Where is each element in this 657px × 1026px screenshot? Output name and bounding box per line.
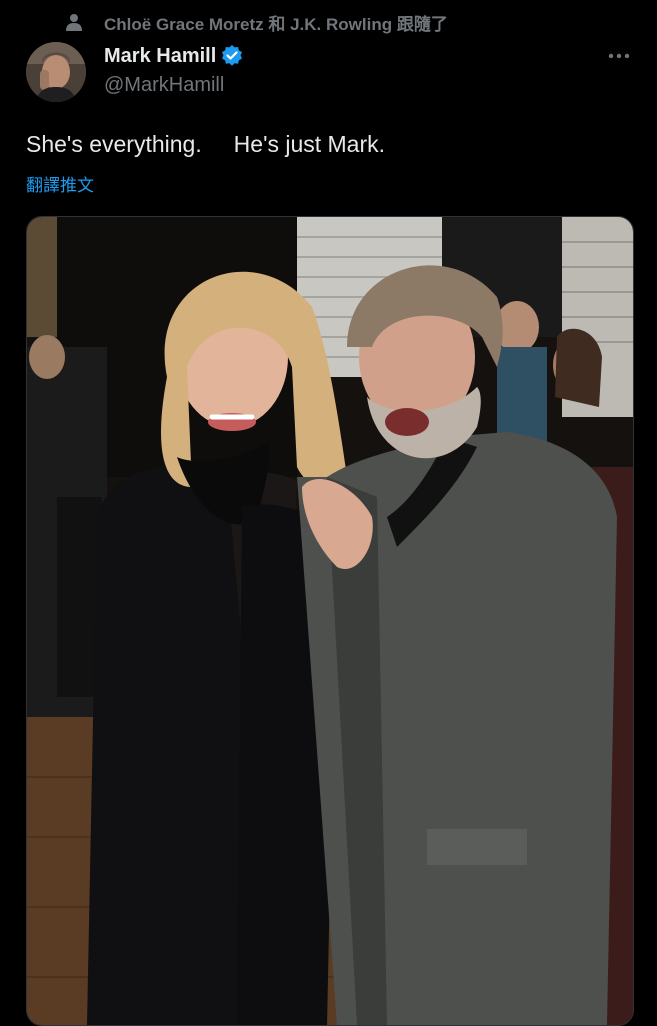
avatar[interactable] [26, 42, 86, 102]
tweet-photo[interactable] [26, 216, 634, 1026]
photo-image [27, 217, 633, 1025]
author-block: Mark Hamill @MarkHamill [104, 42, 246, 97]
translate-tweet-link[interactable]: 翻譯推文 [26, 171, 94, 196]
social-context[interactable]: Chloë Grace Moretz 和 J.K. Rowling 跟隨了 [64, 10, 448, 34]
avatar-image [26, 42, 86, 102]
handle[interactable]: @MarkHamill [104, 74, 246, 97]
more-dots-icon [608, 53, 630, 59]
social-context-text: Chloë Grace Moretz 和 J.K. Rowling 跟隨了 [104, 14, 448, 34]
tweet-text: She's everything. He's just Mark. [26, 131, 386, 157]
person-icon [64, 12, 84, 32]
more-options-button[interactable] [607, 44, 631, 68]
verified-badge-icon[interactable] [220, 43, 246, 69]
display-name[interactable]: Mark Hamill [104, 45, 216, 68]
